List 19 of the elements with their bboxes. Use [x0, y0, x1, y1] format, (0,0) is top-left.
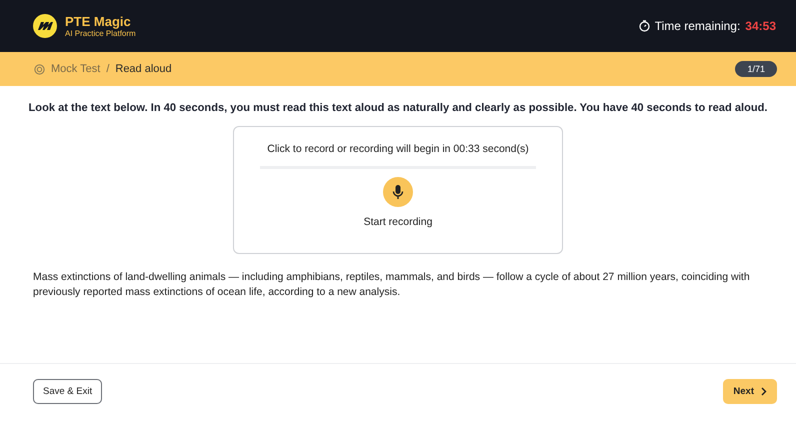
- logo-icon: [33, 14, 57, 38]
- breadcrumb-item: Read aloud: [115, 63, 172, 75]
- save-exit-button[interactable]: Save & Exit: [33, 378, 102, 404]
- stopwatch-icon: [638, 20, 650, 32]
- microphone-icon: [392, 184, 404, 200]
- breadcrumb-separator: /: [106, 63, 110, 75]
- start-recording-label: Start recording: [364, 216, 432, 228]
- target-icon: [34, 64, 45, 74]
- brand-name: PTE Magic: [65, 14, 131, 28]
- microphone-button[interactable]: [383, 177, 413, 207]
- timer-value: 34:53: [745, 19, 776, 33]
- instruction-text: Look at the text below. In 40 seconds, you must read this text aloud as naturally and clearly as possible. You have 40 seconds to read aloud.: [28, 102, 768, 114]
- chevron-right-icon: [761, 386, 767, 396]
- brand-tagline: AI Practice Platform: [65, 28, 136, 38]
- recording-status: Click to record or recording will begin in 00:33 second(s): [267, 143, 529, 155]
- question-counter: 1/71: [735, 61, 777, 77]
- passage-text: Mass extinctions of land-dwelling animals — including amphibians, reptiles, mammals, and birds — follow a cycle of about 27 million years, coinciding with previously reported mass extinctions of ocean life, according to a new analysis.: [33, 270, 751, 299]
- timer-label: Time remaining:: [654, 19, 740, 33]
- next-button[interactable]: Next: [723, 378, 777, 404]
